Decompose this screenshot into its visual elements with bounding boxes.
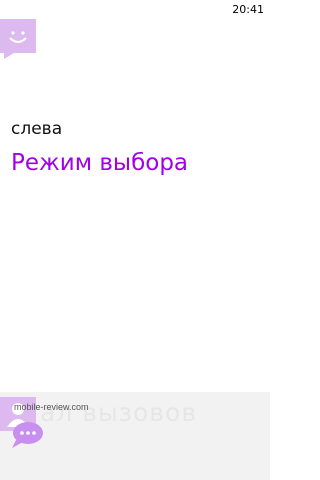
- watermark: mobile-review.com: [14, 402, 89, 412]
- new-message-button[interactable]: [9, 420, 47, 450]
- side-label: слева: [11, 119, 63, 139]
- status-bar: 20:41: [0, 0, 270, 20]
- status-time: 20:41: [232, 3, 264, 16]
- smiley-chat-icon: [0, 19, 36, 59]
- message-bubble-icon: [12, 422, 43, 448]
- selection-mode-title[interactable]: Режим выбора: [11, 150, 188, 176]
- smiley-chat-tile[interactable]: [0, 19, 36, 59]
